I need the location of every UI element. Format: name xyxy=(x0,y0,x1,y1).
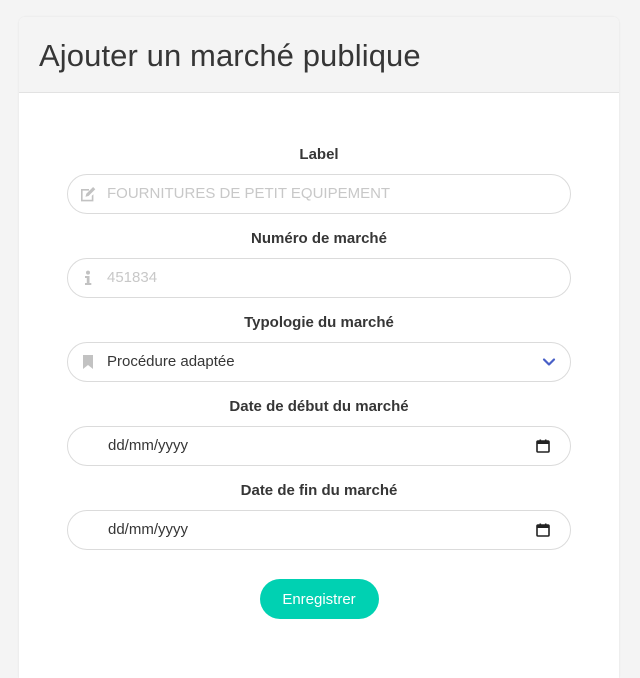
date-debut-field-label: Date de début du marché xyxy=(229,398,409,415)
card-header: Ajouter un marché publique xyxy=(19,17,619,93)
bookmark-icon xyxy=(78,343,98,381)
date-debut-value: dd/mm/yyyy xyxy=(108,437,189,454)
date-fin-field-group: Date de fin du marché dd/mm/yyyy xyxy=(67,481,571,565)
save-button[interactable]: Enregistrer xyxy=(259,579,379,619)
date-fin-value: dd/mm/yyyy xyxy=(108,521,189,538)
typologie-field-label: Typologie du marché xyxy=(244,314,394,331)
marche-form: Label Numéro de marché xyxy=(67,145,571,619)
date-fin-input[interactable]: dd/mm/yyyy xyxy=(67,510,571,550)
numero-input[interactable] xyxy=(107,259,550,297)
typologie-select[interactable]: Procédure adaptée xyxy=(67,342,571,382)
numero-field-label: Numéro de marché xyxy=(251,230,387,247)
calendar-icon[interactable] xyxy=(536,523,550,542)
date-debut-input[interactable]: dd/mm/yyyy xyxy=(67,426,571,466)
typologie-selected-value: Procédure adaptée xyxy=(107,353,235,370)
typologie-field-group: Typologie du marché Procédure adaptée xyxy=(67,313,571,397)
form-actions: Enregistrer xyxy=(67,579,571,619)
edit-icon xyxy=(78,175,98,213)
label-field-label: Label xyxy=(299,146,339,163)
chevron-down-icon[interactable] xyxy=(542,343,556,381)
calendar-icon[interactable] xyxy=(536,439,550,458)
info-icon xyxy=(78,259,98,297)
numero-field-control[interactable] xyxy=(67,258,571,298)
date-fin-field-label: Date de fin du marché xyxy=(240,482,398,499)
label-field-group: Label xyxy=(67,145,571,229)
label-input[interactable] xyxy=(107,175,550,213)
form-card: Ajouter un marché publique Label Numéro … xyxy=(19,17,619,678)
date-debut-field-group: Date de début du marché dd/mm/yyyy xyxy=(67,397,571,481)
label-field-control[interactable] xyxy=(67,174,571,214)
numero-field-group: Numéro de marché xyxy=(67,229,571,313)
page-title: Ajouter un marché publique xyxy=(39,37,421,73)
